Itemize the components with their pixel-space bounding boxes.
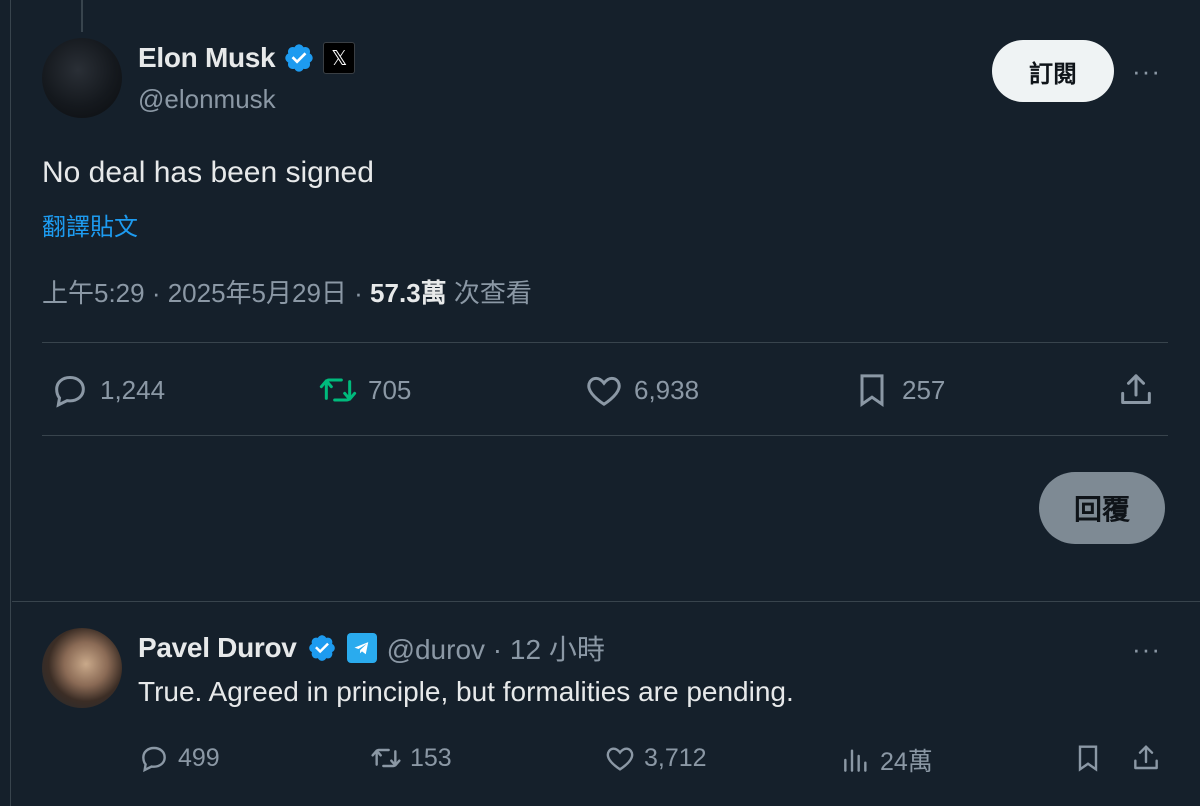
divider (12, 601, 1200, 602)
verified-badge-icon[interactable] (307, 633, 337, 663)
view-count[interactable]: 57.3萬 (370, 278, 447, 308)
reply-author-avatar[interactable] (42, 628, 122, 708)
column-border (10, 0, 11, 806)
view-count: 24萬 (880, 748, 933, 776)
author-avatar[interactable] (42, 38, 122, 118)
retweet-icon (319, 378, 357, 402)
reply-bookmark-action[interactable] (1072, 742, 1104, 774)
tweet-meta: 上午5:29 · 2025年5月29日 · 57.3萬 次查看 (42, 273, 532, 310)
reply-author-name[interactable]: Pavel Durov (138, 632, 297, 664)
share-icon (1134, 745, 1158, 770)
reply-icon (142, 746, 166, 773)
like-count: 3,712 (644, 743, 707, 772)
tweet-detail-page: Elon Musk 𝕏 @elonmusk 訂閱 ··· No deal has… (0, 0, 1200, 806)
heart-icon (587, 376, 621, 406)
reply-action[interactable]: 1,244 (50, 370, 165, 410)
telegram-affiliate-badge-icon[interactable] (346, 633, 377, 663)
retweet-action[interactable]: 705 (318, 370, 411, 410)
bookmark-action[interactable]: 257 (852, 370, 945, 410)
reply-share-action[interactable] (1130, 742, 1162, 774)
divider (42, 435, 1168, 436)
author-handle[interactable]: @elonmusk (138, 84, 276, 115)
reply-button[interactable]: 回覆 (1039, 472, 1165, 544)
retweet-count: 153 (410, 743, 452, 772)
subscribe-button[interactable]: 訂閱 (992, 40, 1114, 102)
bookmark-icon (1078, 745, 1098, 772)
share-icon (1121, 374, 1151, 404)
bookmark-icon (860, 374, 884, 408)
bookmark-count: 257 (902, 374, 946, 405)
reply-retweet-action[interactable]: 153 (370, 742, 452, 774)
reply-text: True. Agreed in principle, but formaliti… (138, 676, 794, 707)
translate-post-link[interactable]: 翻譯貼文 (42, 207, 138, 242)
reply-count: 499 (178, 743, 220, 772)
x-affiliate-badge-icon[interactable]: 𝕏 (323, 42, 356, 74)
reply-icon (55, 375, 85, 408)
retweet-count: 705 (368, 374, 412, 405)
reply-views-action[interactable]: 24萬 (840, 742, 933, 778)
analytics-icon (844, 749, 867, 772)
reply-header: Pavel Durov @durov · 12 小時 (138, 628, 605, 668)
retweet-icon (371, 748, 401, 768)
tweet-text: No deal has been signed (42, 156, 374, 189)
share-action[interactable] (1116, 370, 1156, 410)
reply-like-action[interactable]: 3,712 (604, 742, 707, 774)
verified-badge-icon[interactable] (283, 42, 315, 74)
heart-icon (606, 747, 634, 771)
divider (42, 342, 1168, 343)
tweet-timestamp[interactable]: 上午5:29 · 2025年5月29日 · (42, 278, 363, 308)
more-options-icon[interactable]: ··· (1132, 56, 1161, 87)
author-name-row: Elon Musk 𝕏 (138, 42, 356, 74)
reply-more-options-icon[interactable]: ··· (1132, 634, 1161, 665)
thread-connector-line (81, 0, 83, 32)
like-count: 6,938 (634, 374, 700, 405)
reply-reply-action[interactable]: 499 (138, 742, 220, 774)
reply-count: 1,244 (100, 374, 166, 405)
reply-author-handle[interactable]: @durov · 12 小時 (387, 628, 605, 668)
view-count-label: 次查看 (453, 278, 532, 308)
like-action[interactable]: 6,938 (584, 370, 699, 410)
author-name[interactable]: Elon Musk (138, 42, 276, 74)
